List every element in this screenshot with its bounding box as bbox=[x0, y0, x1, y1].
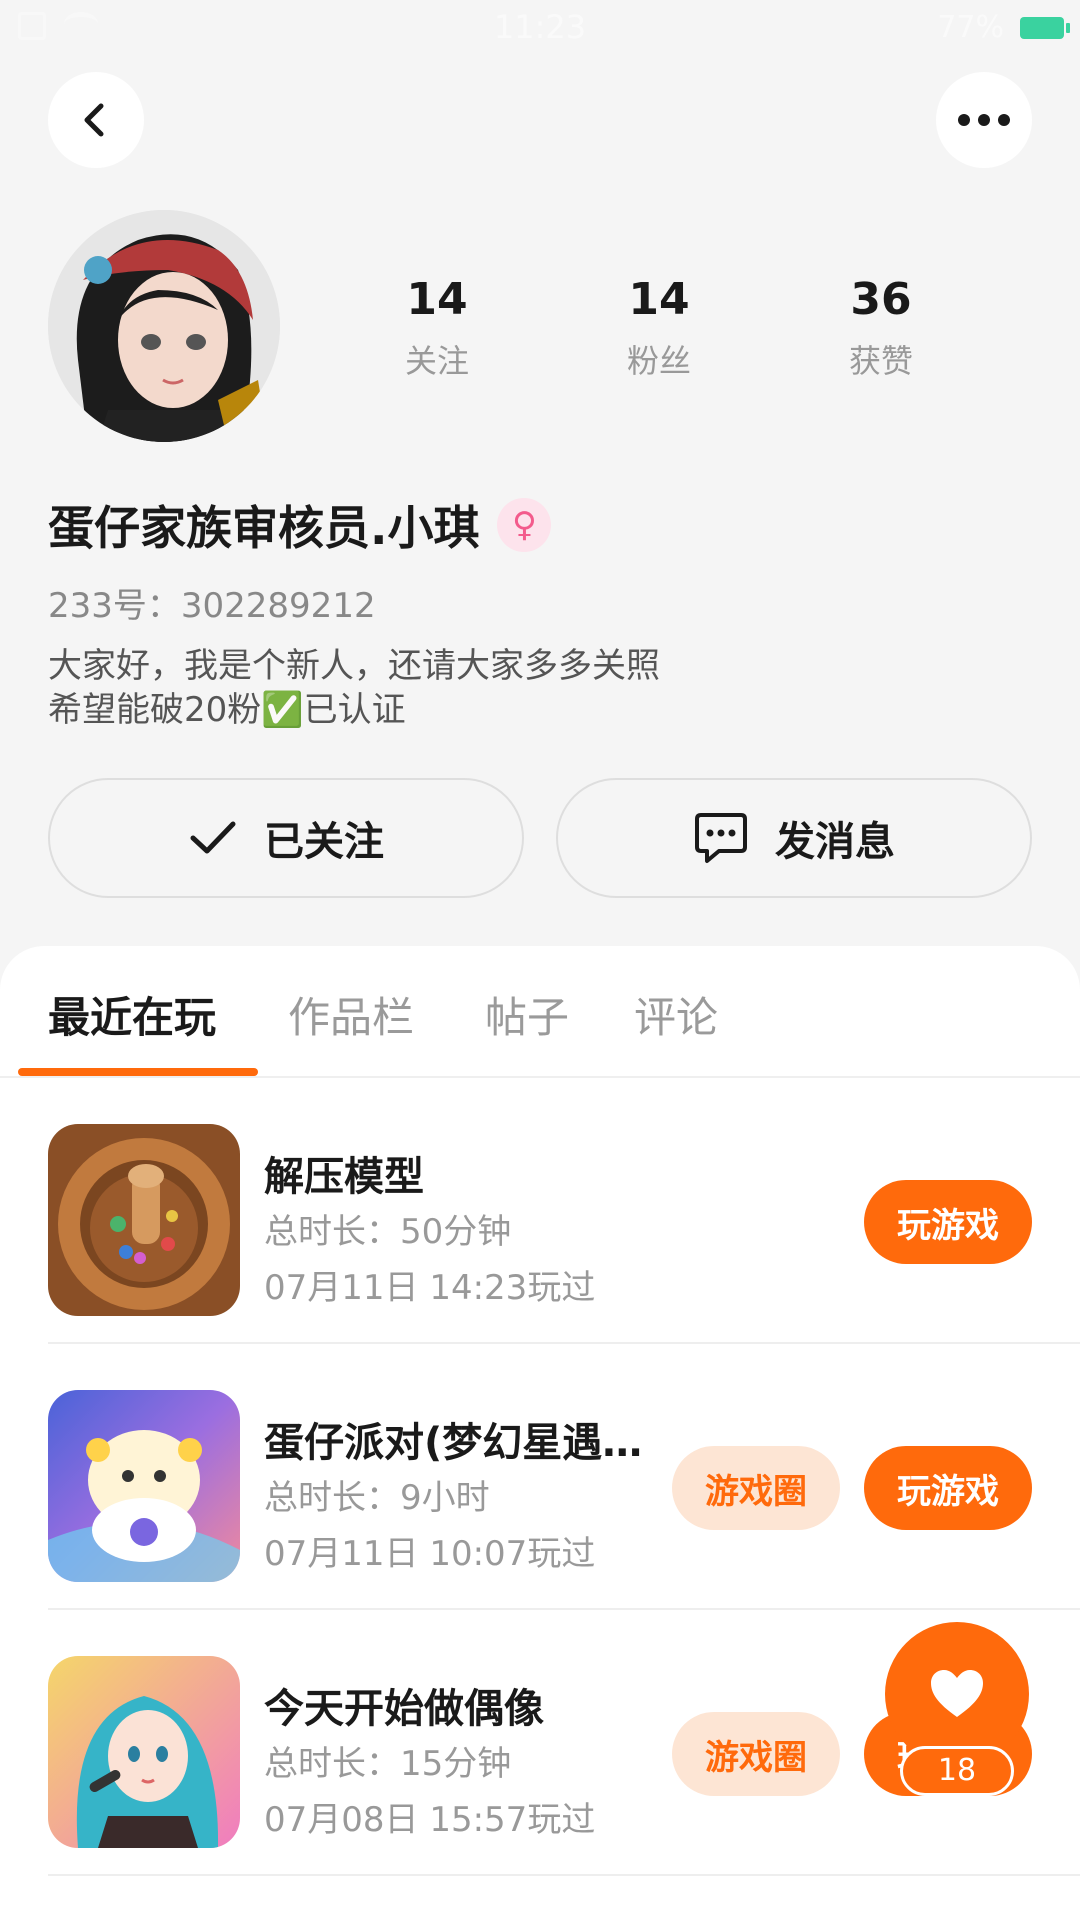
avatar[interactable] bbox=[48, 210, 280, 442]
game-title: 今天开始做偶像 bbox=[264, 1686, 544, 1732]
game-duration: 总时长：15分钟 bbox=[264, 1744, 512, 1784]
tab-recently-played[interactable]: 最近在玩 bbox=[48, 984, 216, 1045]
battery-percent: 77% bbox=[937, 10, 1004, 45]
game-duration: 总时长：50分钟 bbox=[264, 1212, 512, 1252]
followed-label: 已关注 bbox=[264, 819, 384, 865]
play-game-button[interactable]: 玩游戏 bbox=[864, 1446, 1032, 1530]
tab-comments[interactable]: 评论 bbox=[634, 984, 718, 1045]
tab-works[interactable]: 作品栏 bbox=[288, 984, 414, 1045]
bio-line-2: 希望能破20粉✅已认证 bbox=[48, 690, 406, 730]
tab-posts[interactable]: 帖子 bbox=[485, 984, 569, 1045]
following-count: 14 bbox=[406, 274, 468, 325]
check-icon bbox=[190, 821, 236, 854]
like-fab[interactable] bbox=[885, 1622, 1029, 1766]
game-last-played: 07月08日 15:57玩过 bbox=[264, 1800, 596, 1840]
heart-icon bbox=[931, 1670, 983, 1717]
female-icon: ♀ bbox=[497, 498, 552, 552]
bio-line-1: 大家好，我是个新人，还请大家多多关照 bbox=[48, 646, 660, 686]
likes-count: 36 bbox=[850, 274, 912, 325]
send-message-label: 发消息 bbox=[775, 819, 895, 865]
followed-button[interactable]: 已关注 bbox=[48, 778, 524, 898]
game-list-item[interactable]: 蛋仔派对(梦幻星遇… 总时长：9小时 07月11日 10:07玩过 游戏圈 玩游… bbox=[48, 1344, 1080, 1610]
back-button[interactable] bbox=[48, 72, 144, 168]
likes-label: 获赞 bbox=[848, 342, 913, 380]
username-row: 蛋仔家族审核员.小琪 ♀ bbox=[48, 492, 552, 558]
game-list-item[interactable]: 解压模型 总时长：50分钟 07月11日 14:23玩过 玩游戏 bbox=[48, 1078, 1080, 1344]
game-circle-button[interactable]: 游戏圈 bbox=[672, 1712, 840, 1796]
chevron-left-icon bbox=[84, 103, 104, 137]
battery-icon bbox=[1020, 16, 1070, 39]
game-last-played: 07月11日 14:23玩过 bbox=[264, 1268, 596, 1308]
fans-count: 14 bbox=[628, 274, 690, 325]
send-message-button[interactable]: 发消息 bbox=[556, 778, 1032, 898]
chat-bubble-icon bbox=[695, 813, 747, 863]
more-button[interactable] bbox=[936, 72, 1032, 168]
following-label: 关注 bbox=[404, 342, 469, 380]
fans-label: 粉丝 bbox=[626, 342, 691, 380]
stat-following[interactable]: 14 关注 bbox=[357, 272, 517, 382]
eggy-party-game-image bbox=[48, 1390, 240, 1582]
status-bar: 11:23 77% bbox=[0, 0, 1080, 56]
tab-active-indicator bbox=[18, 1068, 258, 1076]
game-icon[interactable] bbox=[48, 1656, 240, 1848]
game-circle-button[interactable]: 游戏圈 bbox=[672, 1446, 840, 1530]
game-icon[interactable] bbox=[48, 1124, 240, 1316]
play-game-button[interactable]: 玩游戏 bbox=[864, 1180, 1032, 1264]
bio: 大家好，我是个新人，还请大家多多关照 希望能破20粉✅已认证 bbox=[48, 644, 660, 732]
status-right: 77% bbox=[937, 10, 1070, 45]
user-id: 233号：302289212 bbox=[48, 586, 376, 626]
tab-bar: 最近在玩 作品栏 帖子 评论 bbox=[0, 946, 1080, 1078]
avatar-image bbox=[48, 210, 280, 442]
username: 蛋仔家族审核员.小琪 bbox=[48, 501, 480, 555]
game-duration: 总时长：9小时 bbox=[264, 1478, 490, 1518]
idol-game-image bbox=[48, 1656, 240, 1848]
game-last-played: 07月11日 10:07玩过 bbox=[264, 1534, 596, 1574]
game-icon[interactable] bbox=[48, 1390, 240, 1582]
status-time: 11:23 bbox=[493, 8, 587, 46]
stat-likes[interactable]: 36 获赞 bbox=[801, 272, 961, 382]
stat-fans[interactable]: 14 粉丝 bbox=[579, 272, 739, 382]
game-title: 蛋仔派对(梦幻星遇… bbox=[264, 1420, 643, 1466]
more-horizontal-icon bbox=[958, 114, 1010, 126]
game-title: 解压模型 bbox=[264, 1154, 424, 1200]
mortar-game-image bbox=[48, 1124, 240, 1316]
like-count: 18 bbox=[900, 1746, 1014, 1796]
